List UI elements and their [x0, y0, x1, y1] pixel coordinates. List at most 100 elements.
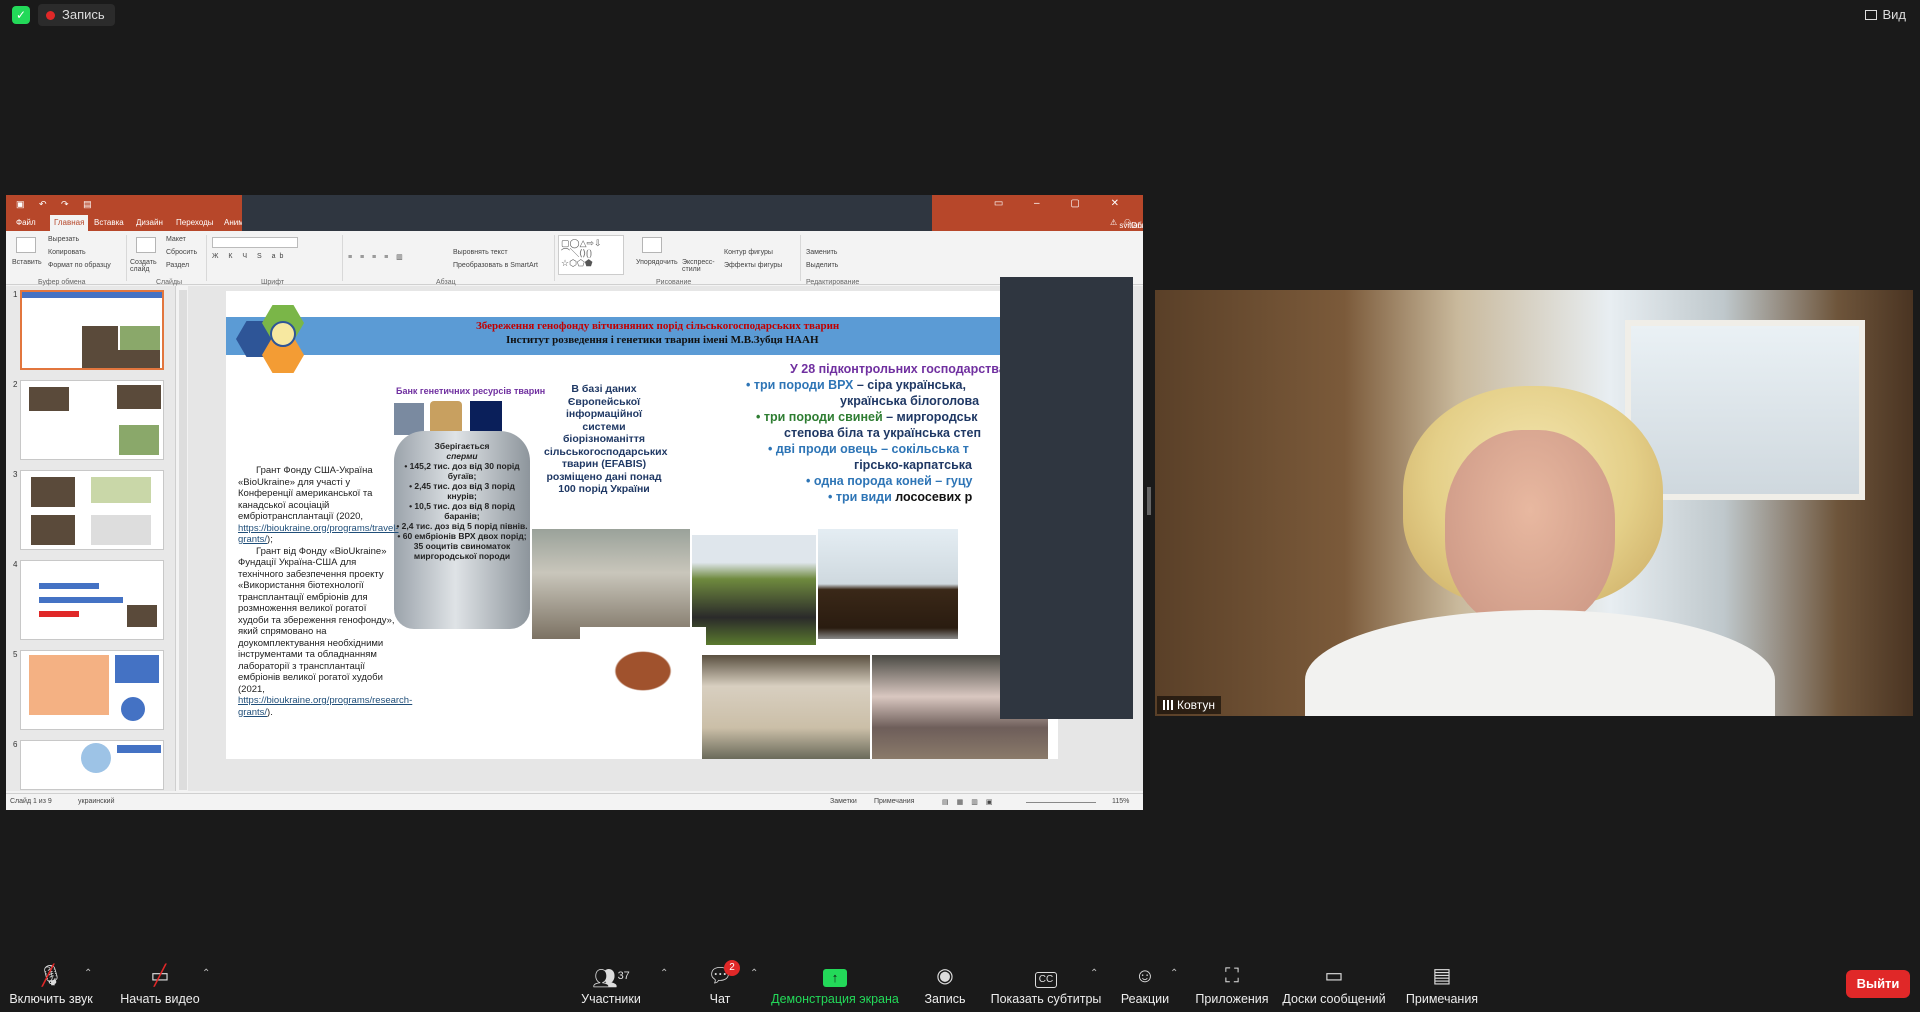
paste-button[interactable]: Вставить — [12, 259, 42, 266]
menu-transitions[interactable]: Переходы — [176, 218, 214, 227]
menu-file[interactable]: Файл — [16, 218, 36, 227]
participants-caret-icon[interactable]: ⌃ — [660, 968, 668, 979]
grant2-link[interactable]: https://bioukraine.org/programs/research… — [238, 695, 412, 718]
paragraph-icons[interactable]: ≡ ≡ ≡ ≡ ▥ — [348, 253, 406, 261]
participant-name-badge: Ковтун — [1157, 696, 1222, 714]
quick-styles-button[interactable]: Экспресс-стили — [682, 259, 716, 273]
language-indicator[interactable]: украинский — [78, 798, 115, 805]
menu-insert[interactable]: Вставка — [94, 218, 124, 227]
thumb-bar — [39, 597, 123, 603]
reactions-caret-icon[interactable]: ⌃ — [1170, 968, 1178, 979]
video-off-icon: ▭ ╱ — [150, 965, 170, 987]
stored-text: Зберігається сперми • 145,2 тис. доз від… — [396, 441, 528, 561]
captions-button[interactable]: CC Показать субтитры — [990, 946, 1102, 1012]
paste-icon[interactable] — [16, 237, 36, 253]
red-cow-photo — [580, 627, 706, 707]
thumb-photo — [82, 350, 160, 368]
breed-line: лососевих р — [891, 490, 973, 504]
select-button[interactable]: Выделить — [806, 262, 838, 269]
comments-button[interactable]: Примечания — [874, 798, 914, 805]
menu-home[interactable]: Главная — [50, 215, 89, 231]
slide-thumbnail-6[interactable] — [20, 740, 164, 790]
notes-icon: ▤ — [1432, 965, 1452, 987]
slide-thumbnail-5[interactable] — [20, 650, 164, 730]
arrange-button[interactable]: Упорядочить — [636, 259, 678, 266]
grant1-text: Грант Фонду США-Україна «BioUkraine» для… — [238, 465, 373, 522]
record-button[interactable]: ◉ Запись — [920, 946, 970, 1012]
arrange-icon[interactable] — [642, 237, 662, 253]
share-screen-button[interactable]: ↑ Демонстрация экрана — [770, 946, 900, 1012]
align-text-button[interactable]: Выровнять текст — [453, 249, 508, 256]
reactions-smiley-icon: ☺ — [1134, 965, 1156, 987]
breed-line: • три породи свиней — [756, 410, 883, 424]
stored-heading: Зберігається — [434, 441, 490, 451]
leave-meeting-button[interactable]: Выйти — [1846, 970, 1910, 998]
cut-button[interactable]: Вырезать — [48, 236, 79, 243]
thumb-photo — [81, 743, 111, 773]
layout-button[interactable]: Макет — [166, 236, 186, 243]
chat-caret-icon[interactable]: ⌃ — [750, 968, 758, 979]
whiteboards-button[interactable]: ▭ Доски сообщений — [1282, 946, 1386, 1012]
breed-line: • одна порода коней – гуцу — [806, 474, 973, 488]
slide-thumbnail-1[interactable] — [20, 290, 164, 370]
thumbnail-scrollbar[interactable] — [179, 290, 187, 790]
ribbon-separator — [126, 235, 127, 281]
unmute-button[interactable]: 🎙︎ ╱ Включить звук — [8, 946, 94, 1012]
window-controls[interactable]: ▭ – ▢ ✕ — [994, 198, 1133, 209]
slide-thumbnail-panel: 1 2 3 4 5 6 — [6, 286, 176, 791]
new-slide-icon[interactable] — [136, 237, 156, 253]
new-slide-button[interactable]: Создать слайд — [130, 259, 160, 273]
menu-design[interactable]: Дизайн — [136, 218, 163, 227]
thumb-banner — [22, 292, 162, 298]
security-shield-icon[interactable]: ✓ — [12, 6, 30, 24]
shape-outline-button[interactable]: Контур фигуры — [724, 249, 773, 256]
whiteboard-icon: ▭ — [1324, 965, 1344, 987]
shape-effects-button[interactable]: Эффекты фигуры — [724, 262, 782, 269]
participants-count: 37 — [617, 970, 630, 982]
grant1-link[interactable]: https://bioukraine.org/programs/travel-g… — [238, 523, 399, 546]
drawing-group-label: Рисование — [656, 279, 692, 286]
stored-line: • 10,5 тис. доз від 8 порід баранів; — [409, 501, 515, 521]
view-mode-icons[interactable]: ▤▦▥▣ — [942, 798, 1000, 806]
font-name-box[interactable] — [212, 237, 298, 248]
embryo-image — [430, 401, 462, 435]
format-painter-button[interactable]: Формат по образцу — [48, 262, 111, 269]
slide-thumbnail-4[interactable] — [20, 560, 164, 640]
font-format-icons[interactable]: Ж К Ч S ab — [212, 253, 287, 260]
replace-button[interactable]: Заменить — [806, 249, 837, 256]
zoom-level[interactable]: 115% — [1112, 798, 1129, 805]
participant-video[interactable]: Ковтун — [1155, 290, 1913, 716]
participants-button[interactable]: 👥︎37 Участники — [580, 946, 642, 1012]
view-button[interactable]: Вид — [1865, 5, 1906, 25]
clipboard-group-label: Буфер обмена — [38, 279, 86, 286]
shapes-gallery[interactable]: ▢◯△⇨⇩ ⌒╲⟨⟩⟮⟯ ☆⬡⬠⬟ — [558, 235, 624, 275]
reactions-button[interactable]: ☺ Реакции — [1120, 946, 1170, 1012]
muted-microphone-icon: 🎙︎ ╱ — [38, 965, 64, 987]
notes-button[interactable]: Заметки — [830, 798, 857, 805]
notes-button[interactable]: ▤ Примечания — [1404, 946, 1480, 1012]
slide-thumbnail-3[interactable] — [20, 470, 164, 550]
slide-title-institute: Інститут розведення і генетики тварин ім… — [506, 334, 819, 346]
slide-counter: Слайд 1 из 9 — [10, 798, 52, 805]
apps-button[interactable]: ⛶ Приложения — [1192, 946, 1272, 1012]
audio-options-caret-icon[interactable]: ⌃ — [84, 968, 92, 979]
copy-button[interactable]: Копировать — [48, 249, 86, 256]
recording-indicator[interactable]: Запись — [38, 4, 115, 26]
video-options-caret-icon[interactable]: ⌃ — [202, 968, 210, 979]
zoom-slider[interactable] — [1026, 802, 1096, 803]
start-video-button[interactable]: ▭ ╱ Начать видео — [120, 946, 200, 1012]
chat-button[interactable]: 💬︎ Чат — [700, 946, 740, 1012]
slide-thumbnail-2[interactable] — [20, 380, 164, 460]
smartart-button[interactable]: Преобразовать в SmartArt — [453, 262, 538, 269]
panel-resize-handle[interactable] — [1147, 487, 1151, 515]
section-button[interactable]: Раздел — [166, 262, 189, 269]
quick-access-icons[interactable]: ▣ ↶ ↷ ▤ — [16, 199, 98, 210]
thumb-photo — [31, 477, 75, 507]
ppt-user[interactable]: ⚠ svitlana kovtun ⚇ Общий доступ — [1110, 218, 1143, 239]
slide-1[interactable]: Збереження генофонду вітчизняних порід с… — [226, 291, 1058, 759]
breed-line: – миргородськ — [882, 410, 978, 424]
captions-caret-icon[interactable]: ⌃ — [1090, 968, 1098, 979]
reset-button[interactable]: Сбросить — [166, 249, 197, 256]
stored-line: 35 ооцитів свиноматок миргородської поро… — [413, 541, 511, 561]
thumb-photo — [120, 326, 160, 350]
